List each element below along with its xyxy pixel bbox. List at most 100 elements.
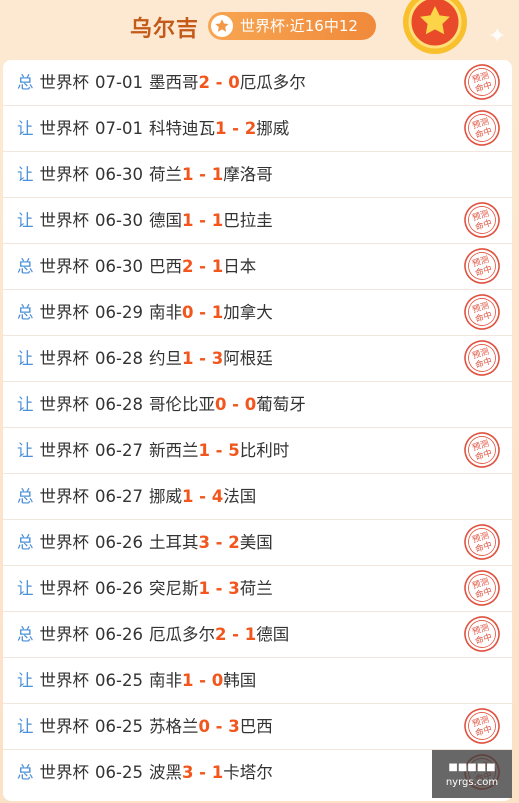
score-separator: - [226, 625, 245, 644]
away-team: 挪威 [256, 119, 290, 138]
hit-stamp-icon: 预测命中 [464, 202, 500, 238]
league-name: 世界杯 [39, 73, 90, 92]
away-score: 1 [211, 165, 224, 184]
home-team: 荷兰 [148, 165, 182, 184]
bet-type: 总 [17, 303, 34, 322]
home-score: 3 [198, 533, 210, 552]
home-score: 2 [198, 73, 210, 92]
bet-type: 让 [17, 119, 34, 138]
match-date: 06-30 [95, 257, 143, 276]
home-team: 挪威 [148, 487, 182, 506]
home-score: 1 [181, 671, 194, 690]
hit-stamp-icon: 预测命中 [464, 248, 500, 284]
home-score: 0 [214, 395, 227, 414]
bet-type: 让 [17, 671, 34, 690]
away-team: 法国 [223, 487, 257, 506]
score-separator: - [226, 119, 245, 138]
away-score: 1 [211, 211, 224, 230]
away-team: 葡萄牙 [256, 395, 306, 414]
score-separator: - [193, 165, 212, 184]
match-row[interactable]: 让世界杯 07-01 科特迪瓦1 - 2挪威 预测 命中 [3, 106, 512, 152]
home-score: 2 [181, 257, 194, 276]
match-row[interactable]: 让世界杯 06-25 南非1 - 0韩国 [3, 658, 512, 704]
match-row[interactable]: 总世界杯 06-27 挪威1 - 4法国 [3, 474, 512, 520]
home-score: 0 [181, 303, 194, 322]
hit-stamp-icon: 预测命中 [464, 524, 500, 560]
score-separator: - [209, 533, 229, 552]
score-separator: - [193, 211, 212, 230]
header: 乌尔吉 世界杯·近16中12 ✦ [0, 0, 519, 58]
match-date: 06-26 [95, 533, 143, 552]
watermark-line2: nyrgs.com [445, 777, 499, 788]
league-name: 世界杯 [39, 533, 90, 552]
hit-stamp-icon: 预测命中 [464, 432, 500, 468]
page-title: 乌尔吉 [130, 17, 200, 42]
league-name: 世界杯 [39, 671, 90, 690]
match-row[interactable]: 让世界杯 06-25 苏格兰0 - 3巴西 预测 命中 [3, 704, 512, 750]
hit-stamp-icon: 预测命中 [464, 616, 500, 652]
home-team: 哥伦比亚 [148, 395, 215, 414]
score-separator: - [209, 441, 229, 460]
match-row[interactable]: 让世界杯 06-28 约旦1 - 3阿根廷 预测 命中 [3, 336, 512, 382]
away-team: 巴拉圭 [223, 211, 273, 230]
away-score: 5 [228, 441, 240, 460]
home-team: 约旦 [148, 349, 182, 368]
away-score: 1 [211, 763, 224, 782]
match-row[interactable]: 总世界杯 06-30 巴西2 - 1日本 预测 命中 [3, 244, 512, 290]
league-name: 世界杯 [39, 165, 90, 184]
home-team: 德国 [148, 211, 182, 230]
home-score: 1 [181, 165, 194, 184]
match-date: 06-27 [95, 487, 143, 506]
away-team: 加拿大 [223, 303, 273, 322]
score-separator: - [193, 303, 212, 322]
away-score: 1 [244, 625, 257, 644]
bet-type: 总 [17, 257, 34, 276]
league-name: 世界杯 [39, 303, 90, 322]
home-team: 巴西 [148, 257, 182, 276]
match-row[interactable]: 让世界杯 06-30 德国1 - 1巴拉圭 预测 命中 [3, 198, 512, 244]
score-separator: - [226, 395, 245, 414]
match-row[interactable]: 让世界杯 06-27 新西兰1 - 5比利时 预测 命中 [3, 428, 512, 474]
match-row[interactable]: 让世界杯 06-28 哥伦比亚0 - 0葡萄牙 [3, 382, 512, 428]
hit-stamp-icon: 预测命中 [464, 110, 500, 146]
home-team: 新西兰 [148, 441, 199, 460]
bet-type: 让 [17, 165, 34, 184]
league-name: 世界杯 [39, 395, 90, 414]
match-row[interactable]: 总世界杯 06-26 厄瓜多尔2 - 1德国 预测 命中 [3, 612, 512, 658]
bet-type: 总 [17, 533, 34, 552]
match-row[interactable]: 总世界杯 07-01 墨西哥2 - 0厄瓜多尔 预测 命中 [3, 60, 512, 106]
away-score: 0 [228, 73, 240, 92]
hit-stamp-icon: 预测命中 [464, 708, 500, 744]
match-row[interactable]: 让世界杯 06-30 荷兰1 - 1摩洛哥 [3, 152, 512, 198]
bet-type: 总 [17, 487, 34, 506]
home-score: 1 [214, 119, 227, 138]
away-score: 3 [228, 717, 240, 736]
match-date: 06-30 [95, 211, 143, 230]
home-team: 苏格兰 [148, 717, 199, 736]
stats-badge: 世界杯·近16中12 [208, 12, 376, 40]
home-team: 波黑 [148, 763, 182, 782]
score-separator: - [193, 487, 212, 506]
match-row[interactable]: 总世界杯 06-29 南非0 - 1加拿大 预测 命中 [3, 290, 512, 336]
score-separator: - [193, 349, 212, 368]
away-team: 荷兰 [239, 579, 273, 598]
match-row[interactable]: 总世界杯 06-26 土耳其3 - 2美国 预测 命中 [3, 520, 512, 566]
match-row[interactable]: 让世界杯 06-26 突尼斯1 - 3荷兰 预测 命中 [3, 566, 512, 612]
bet-type: 总 [17, 763, 34, 782]
match-date: 06-28 [95, 349, 143, 368]
match-date: 06-26 [95, 625, 143, 644]
bet-type: 让 [17, 211, 34, 230]
star-icon [211, 15, 233, 37]
home-team: 南非 [148, 671, 182, 690]
home-score: 1 [181, 211, 194, 230]
home-team: 土耳其 [148, 533, 199, 552]
away-team: 阿根廷 [223, 349, 273, 368]
home-team: 厄瓜多尔 [148, 625, 215, 644]
away-score: 4 [211, 487, 224, 506]
away-score: 3 [228, 579, 240, 598]
match-date: 06-25 [95, 717, 143, 736]
home-score: 1 [181, 487, 194, 506]
hit-stamp-icon: 预测命中 [464, 64, 500, 100]
bet-type: 让 [17, 395, 34, 414]
away-team: 日本 [223, 257, 257, 276]
